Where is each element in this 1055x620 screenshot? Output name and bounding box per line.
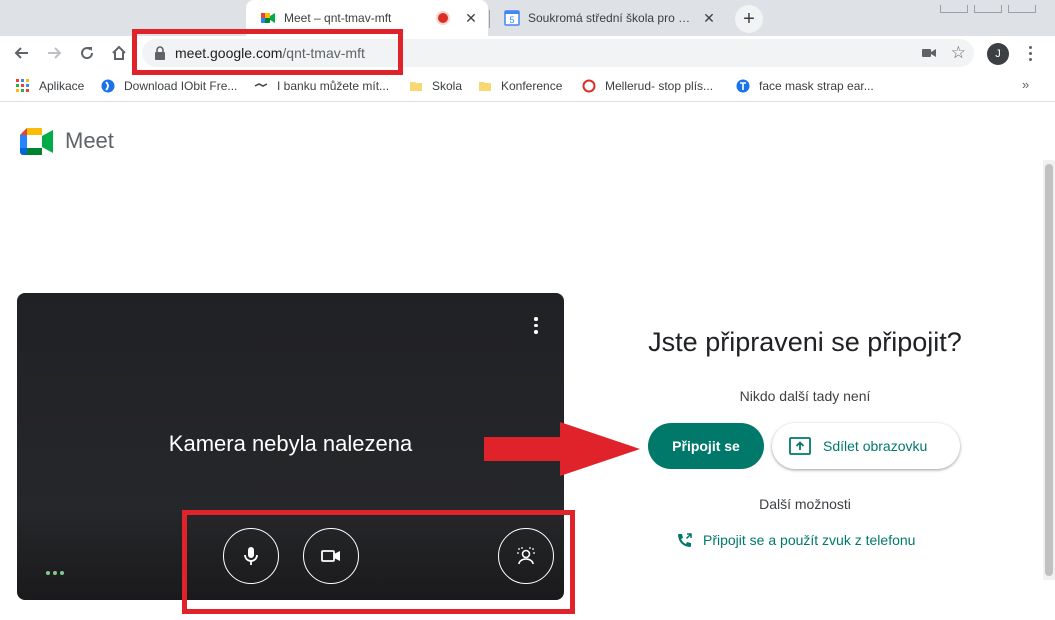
translate-icon (736, 79, 750, 93)
reload-icon (81, 47, 94, 60)
folder-icon (410, 82, 422, 91)
scrollbar-thumb[interactable] (1045, 164, 1053, 576)
window-controls (940, 0, 1055, 13)
tab-close-icon[interactable]: ✕ (462, 9, 480, 27)
browser-menu-icon[interactable] (1024, 42, 1036, 64)
profile-avatar[interactable]: J (987, 43, 1009, 65)
annotation-box-controls (182, 510, 575, 614)
bookmark-label: Konference (501, 79, 563, 93)
bookmark-konference[interactable]: Konference (478, 77, 562, 95)
tab-school[interactable]: 5 Soukromá střední škola pro mark ✕ (490, 0, 726, 36)
phone-forward-icon (678, 532, 692, 547)
calendar-favicon-icon: 5 (504, 10, 520, 26)
bookmarks-overflow-button[interactable]: » (1022, 77, 1029, 92)
new-tab-button[interactable]: + (735, 5, 763, 33)
home-icon (112, 45, 126, 60)
screenshot-root: Meet – qnt-tmav-mft ✕ 5 Soukromá střední… (0, 0, 1055, 620)
bookmark-skola[interactable]: Skola (409, 77, 462, 95)
annotation-box-url (132, 29, 403, 75)
camera-blocked-icon[interactable] (922, 47, 936, 59)
bookmark-label: Aplikace (39, 79, 85, 93)
svg-text:5: 5 (509, 15, 514, 25)
arrow-right-icon (48, 47, 62, 59)
bank-logo-icon (254, 83, 268, 87)
join-with-phone-audio-link[interactable]: Připojit se a použít zvuk z telefonu (676, 531, 915, 549)
present-screen-label: Sdílet obrazovku (823, 438, 928, 454)
preview-more-options-icon[interactable] (530, 317, 542, 335)
annotation-arrow (484, 422, 640, 476)
recording-indicator-icon (438, 13, 448, 23)
meet-logo-icon (20, 127, 53, 155)
bookmark-label: Mellerud- stop plís... (605, 79, 714, 93)
present-screen-button[interactable]: Sdílet obrazovku (772, 423, 960, 469)
bookmark-mellerud[interactable]: Mellerud- stop plís... (582, 77, 713, 95)
bookmark-label: Skola (432, 79, 463, 93)
reload-button[interactable] (75, 41, 99, 65)
join-with-phone-label: Připojit se a použít zvuk z telefonu (703, 532, 916, 548)
join-button[interactable]: Připojit se (648, 423, 764, 469)
other-options-heading: Další možnosti (759, 496, 851, 512)
bookmark-face-mask[interactable]: face mask strap ear... (736, 77, 874, 95)
bookmark-label: face mask strap ear... (759, 79, 874, 93)
ready-heading: Jste připraveni se připojit? (648, 327, 962, 357)
bookmark-apps[interactable]: Aplikace (16, 77, 84, 95)
bookmark-star-icon[interactable]: ☆ (951, 43, 966, 63)
self-view-audio-indicator-icon (46, 571, 64, 575)
bookmark-iobit[interactable]: Download IObit Fre... (101, 77, 237, 95)
tab-close-icon[interactable]: ✕ (700, 9, 718, 27)
forward-button[interactable] (42, 41, 66, 65)
bookmark-label: I banku můžete mít... (277, 79, 390, 93)
bookmark-bank[interactable]: I banku můžete mít... (254, 77, 389, 95)
bookmark-label: Download IObit Fre... (124, 79, 238, 93)
tab-title: Soukromá střední škola pro mark (528, 11, 700, 25)
iobit-icon (101, 79, 115, 93)
page-scrollbar[interactable] (1043, 160, 1055, 580)
folder-icon (479, 82, 491, 91)
apps-grid-icon (16, 79, 29, 92)
mellerud-icon (582, 79, 596, 93)
arrow-left-icon (14, 47, 28, 59)
meet-logo[interactable]: Meet (20, 127, 114, 155)
meet-brand-name: Meet (65, 128, 114, 153)
home-button[interactable] (107, 41, 131, 65)
present-screen-icon (789, 437, 811, 455)
tab-title: Meet – qnt-tmav-mft (284, 11, 392, 25)
meet-favicon-icon (261, 13, 275, 23)
participants-status: Nikdo další tady není (739, 388, 871, 404)
back-button[interactable] (10, 41, 34, 65)
